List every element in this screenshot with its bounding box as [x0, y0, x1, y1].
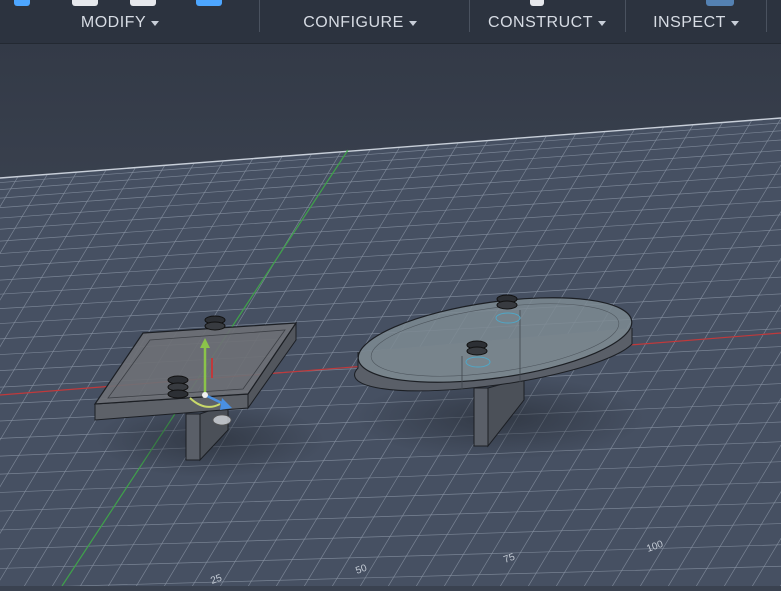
modify-menu-label: MODIFY	[80, 14, 147, 31]
tool-icon-partial[interactable]	[196, 0, 222, 6]
viewport-canvas[interactable]: 25 50 75 100	[0, 44, 781, 587]
configure-menu-label: CONFIGURE	[303, 14, 404, 31]
toolbar: MODIFY CONFIGURE CONSTRUCT INSPECT	[0, 0, 781, 44]
construct-menu-label: CONSTRUCT	[488, 14, 593, 31]
toolbar-separator	[259, 0, 260, 32]
inspect-menu[interactable]: INSPECT	[640, 0, 752, 44]
configure-menu[interactable]: CONFIGURE	[290, 0, 430, 44]
tool-icon-partial[interactable]	[14, 0, 30, 6]
modify-menu[interactable]: MODIFY	[60, 0, 180, 44]
chevron-down-icon	[151, 21, 160, 26]
3d-viewport[interactable]: 25 50 75 100	[0, 44, 781, 587]
chevron-down-icon	[597, 21, 606, 26]
toolbar-separator	[625, 0, 626, 32]
chevron-down-icon	[730, 21, 739, 26]
chevron-down-icon	[408, 21, 417, 26]
inspect-menu-label: INSPECT	[653, 14, 726, 31]
toolbar-separator	[766, 0, 767, 32]
toolbar-separator	[469, 0, 470, 32]
construct-menu[interactable]: CONSTRUCT	[480, 0, 614, 44]
